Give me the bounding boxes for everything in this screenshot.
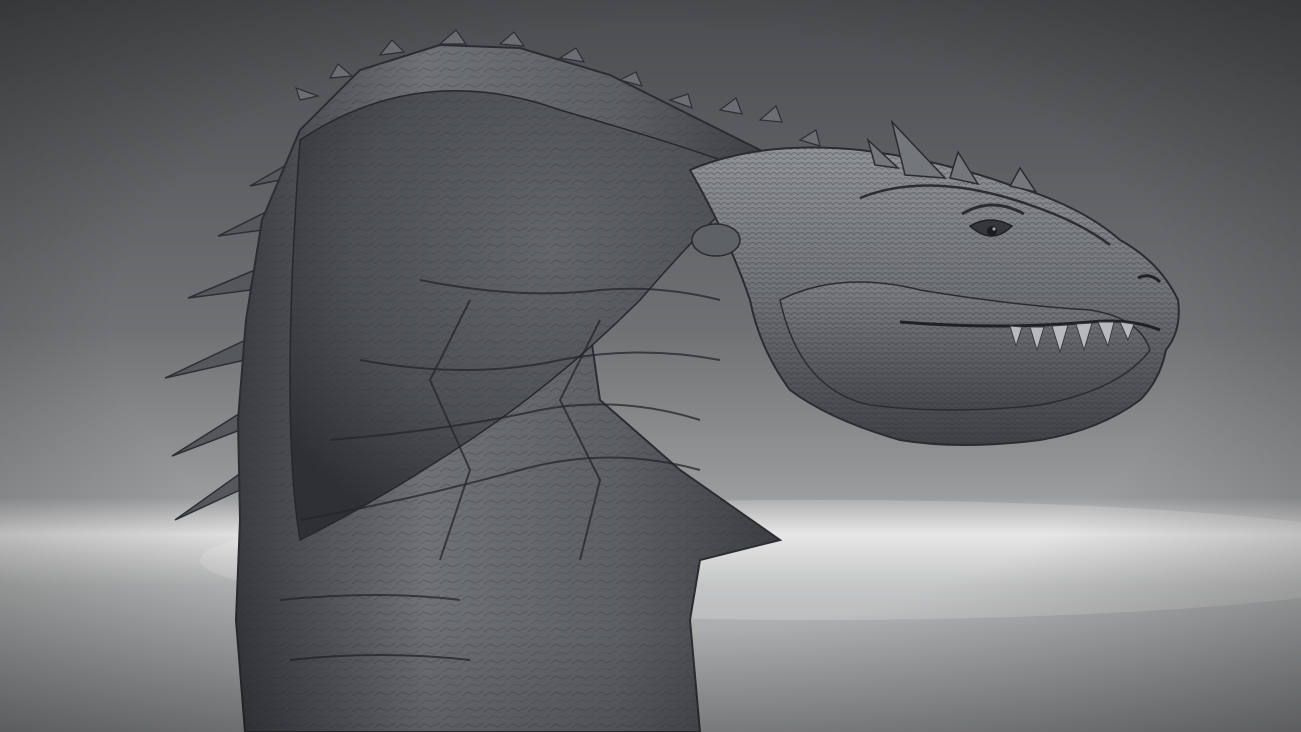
render-viewport: [0, 0, 1301, 732]
dragon-sculpt-render: [0, 0, 1301, 732]
vignette-overlay: [0, 0, 1301, 732]
